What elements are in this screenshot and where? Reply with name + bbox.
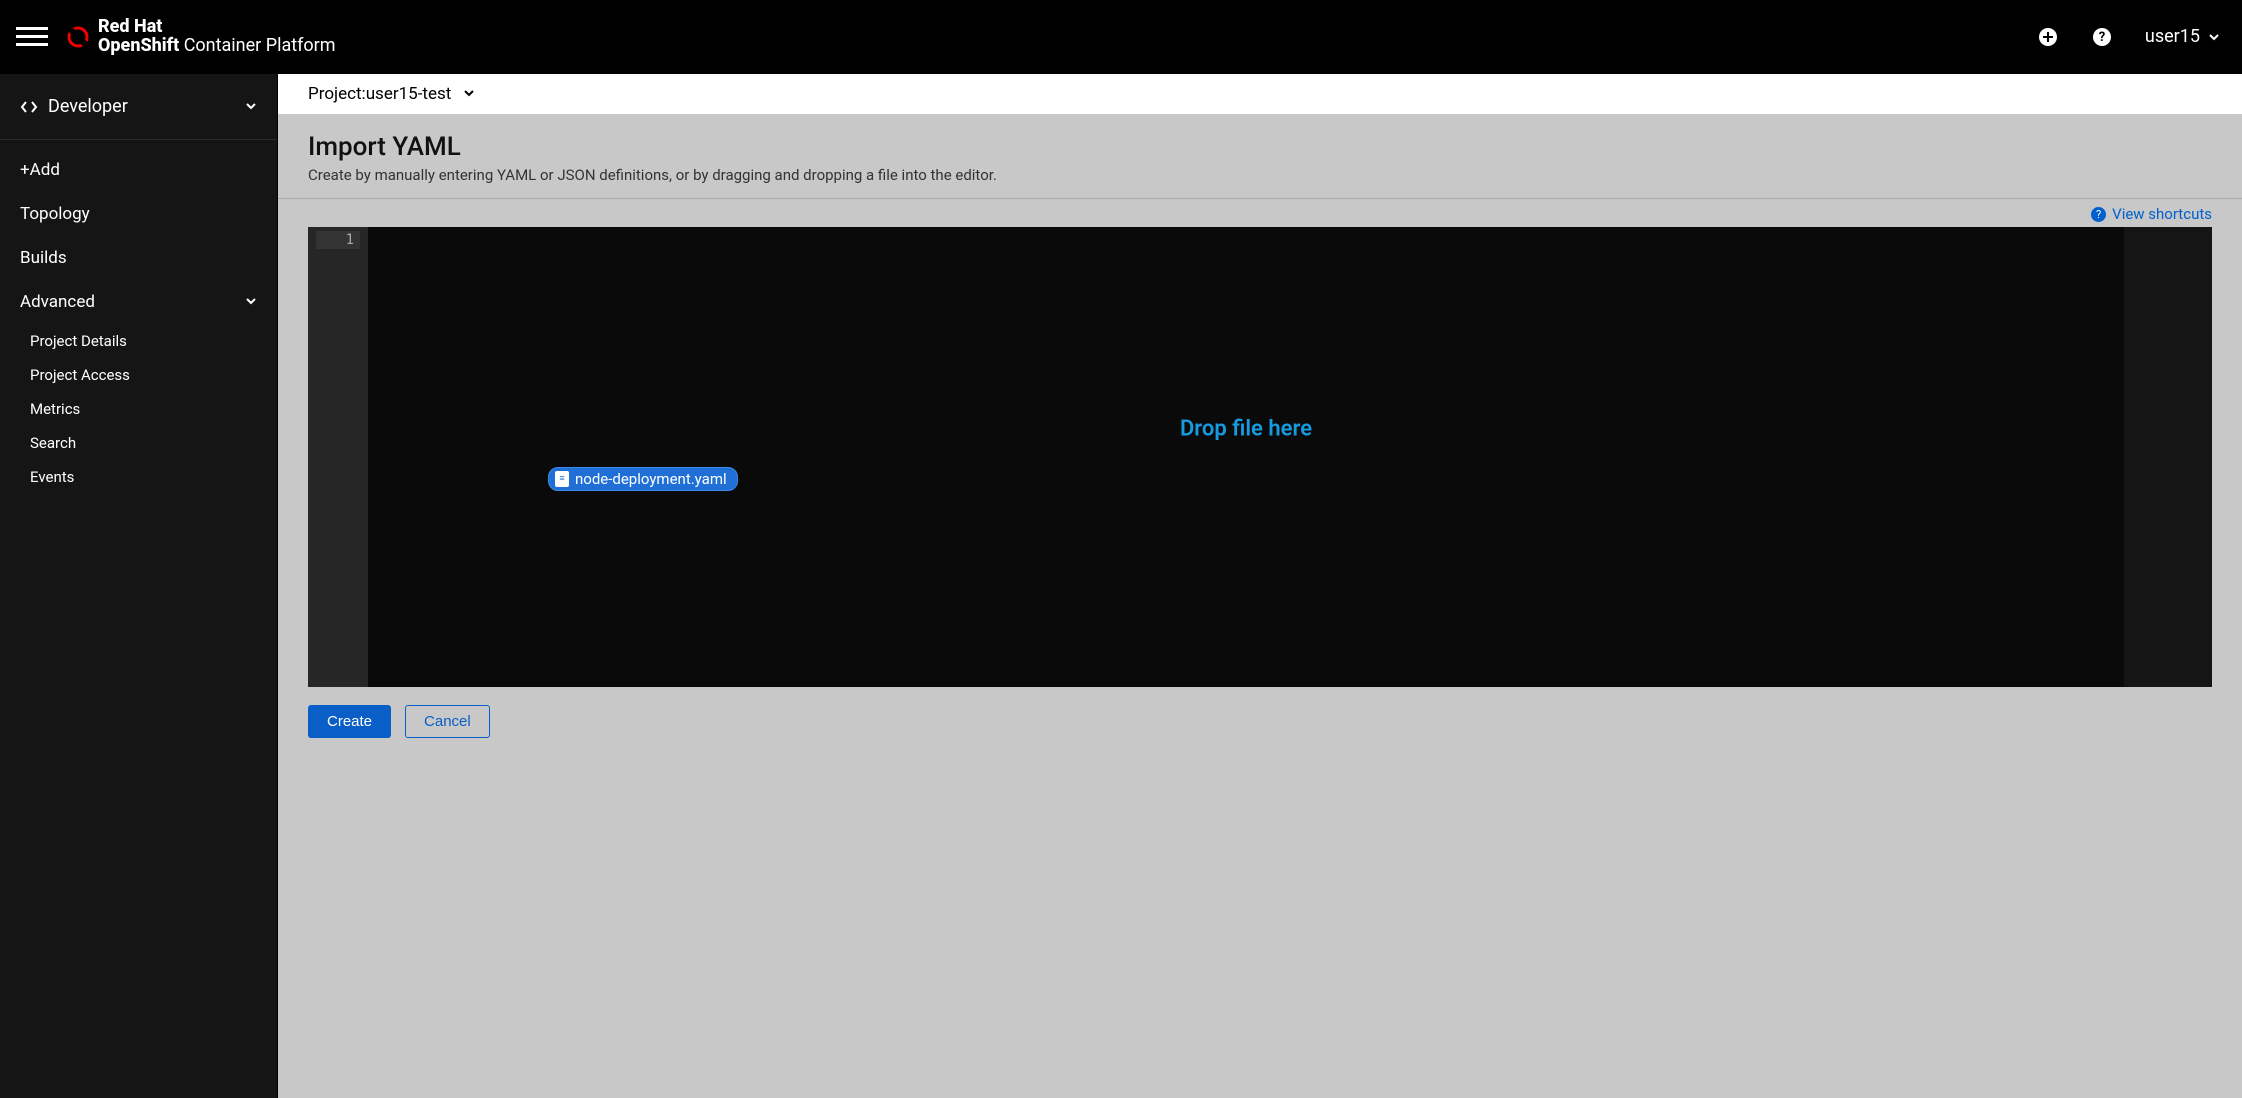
- sidebar-item-builds[interactable]: Builds: [0, 236, 277, 280]
- sidebar-subitem-search[interactable]: Search: [10, 426, 277, 460]
- editor-gutter: 1: [308, 227, 368, 687]
- project-selector[interactable]: Project: user15-test: [278, 74, 2242, 114]
- dragged-file-name: node-deployment.yaml: [575, 470, 727, 488]
- page-title: Import YAML: [308, 132, 2212, 162]
- editor-minimap[interactable]: [2124, 227, 2212, 687]
- help-icon[interactable]: ?: [2091, 26, 2113, 48]
- brand: Red Hat OpenShift Container Platform: [66, 18, 336, 56]
- yaml-editor[interactable]: 1 Drop file here ≡ node-deployment.yaml: [308, 227, 2212, 687]
- project-prefix: Project:: [308, 84, 366, 104]
- perspective-label: Developer: [48, 96, 128, 117]
- editor-body[interactable]: Drop file here ≡ node-deployment.yaml: [368, 227, 2124, 687]
- sidebar-subitem-label: Project Access: [30, 366, 130, 384]
- sidebar-subitem-project-access[interactable]: Project Access: [10, 358, 277, 392]
- user-menu[interactable]: user15: [2145, 26, 2220, 47]
- sidebar-item-label: Advanced: [20, 292, 95, 312]
- sidebar-item-label: Topology: [20, 204, 90, 224]
- page-subtitle: Create by manually entering YAML or JSON…: [308, 166, 2212, 184]
- sidebar-subitem-metrics[interactable]: Metrics: [10, 392, 277, 426]
- redhat-logo-icon: [66, 25, 90, 49]
- sidebar-subitem-project-details[interactable]: Project Details: [10, 324, 277, 358]
- project-name: user15-test: [366, 84, 452, 104]
- sidebar-item-advanced[interactable]: Advanced: [0, 280, 277, 324]
- chevron-down-icon: [245, 96, 257, 117]
- svg-text:?: ?: [2099, 30, 2105, 45]
- chevron-down-icon: [2208, 31, 2220, 43]
- view-shortcuts-link[interactable]: ? View shortcuts: [2091, 205, 2212, 223]
- create-button[interactable]: Create: [308, 705, 391, 738]
- brand-text: Red Hat OpenShift Container Platform: [98, 18, 336, 56]
- sidebar-item-add[interactable]: +Add: [0, 148, 277, 192]
- sidebar-item-topology[interactable]: Topology: [0, 192, 277, 236]
- view-shortcuts-label: View shortcuts: [2112, 205, 2212, 223]
- code-icon: [20, 98, 38, 116]
- sidebar-subitem-label: Project Details: [30, 332, 127, 350]
- cancel-button[interactable]: Cancel: [405, 705, 490, 738]
- sidebar: Developer +Add Topology Builds Advanced: [0, 74, 278, 1098]
- sidebar-subitem-events[interactable]: Events: [10, 460, 277, 494]
- brand-line2-bold: OpenShift: [98, 35, 179, 56]
- chevron-down-icon: [463, 84, 475, 104]
- topbar: Red Hat OpenShift Container Platform ? u…: [0, 0, 2242, 74]
- sidebar-item-label: Builds: [20, 248, 67, 268]
- dragged-file-chip[interactable]: ≡ node-deployment.yaml: [548, 467, 738, 491]
- brand-line2-rest: Container Platform: [179, 35, 335, 56]
- content-area: Project: user15-test Import YAML Create …: [278, 74, 2242, 1098]
- sidebar-subitem-label: Events: [30, 468, 74, 486]
- line-number: 1: [316, 231, 360, 249]
- chevron-down-icon: [245, 292, 257, 312]
- username-label: user15: [2145, 26, 2200, 47]
- perspective-switcher[interactable]: Developer: [0, 74, 277, 140]
- action-row: Create Cancel: [278, 687, 2242, 760]
- help-icon: ?: [2091, 207, 2106, 222]
- plus-icon[interactable]: [2037, 26, 2059, 48]
- file-icon: ≡: [555, 471, 569, 487]
- page-header: Import YAML Create by manually entering …: [278, 114, 2242, 199]
- sidebar-subitem-label: Search: [30, 434, 76, 452]
- drop-hint-label: Drop file here: [1180, 417, 1312, 442]
- nav-toggle-button[interactable]: [16, 21, 48, 53]
- sidebar-subitem-label: Metrics: [30, 400, 80, 418]
- sidebar-item-label: +Add: [20, 160, 60, 180]
